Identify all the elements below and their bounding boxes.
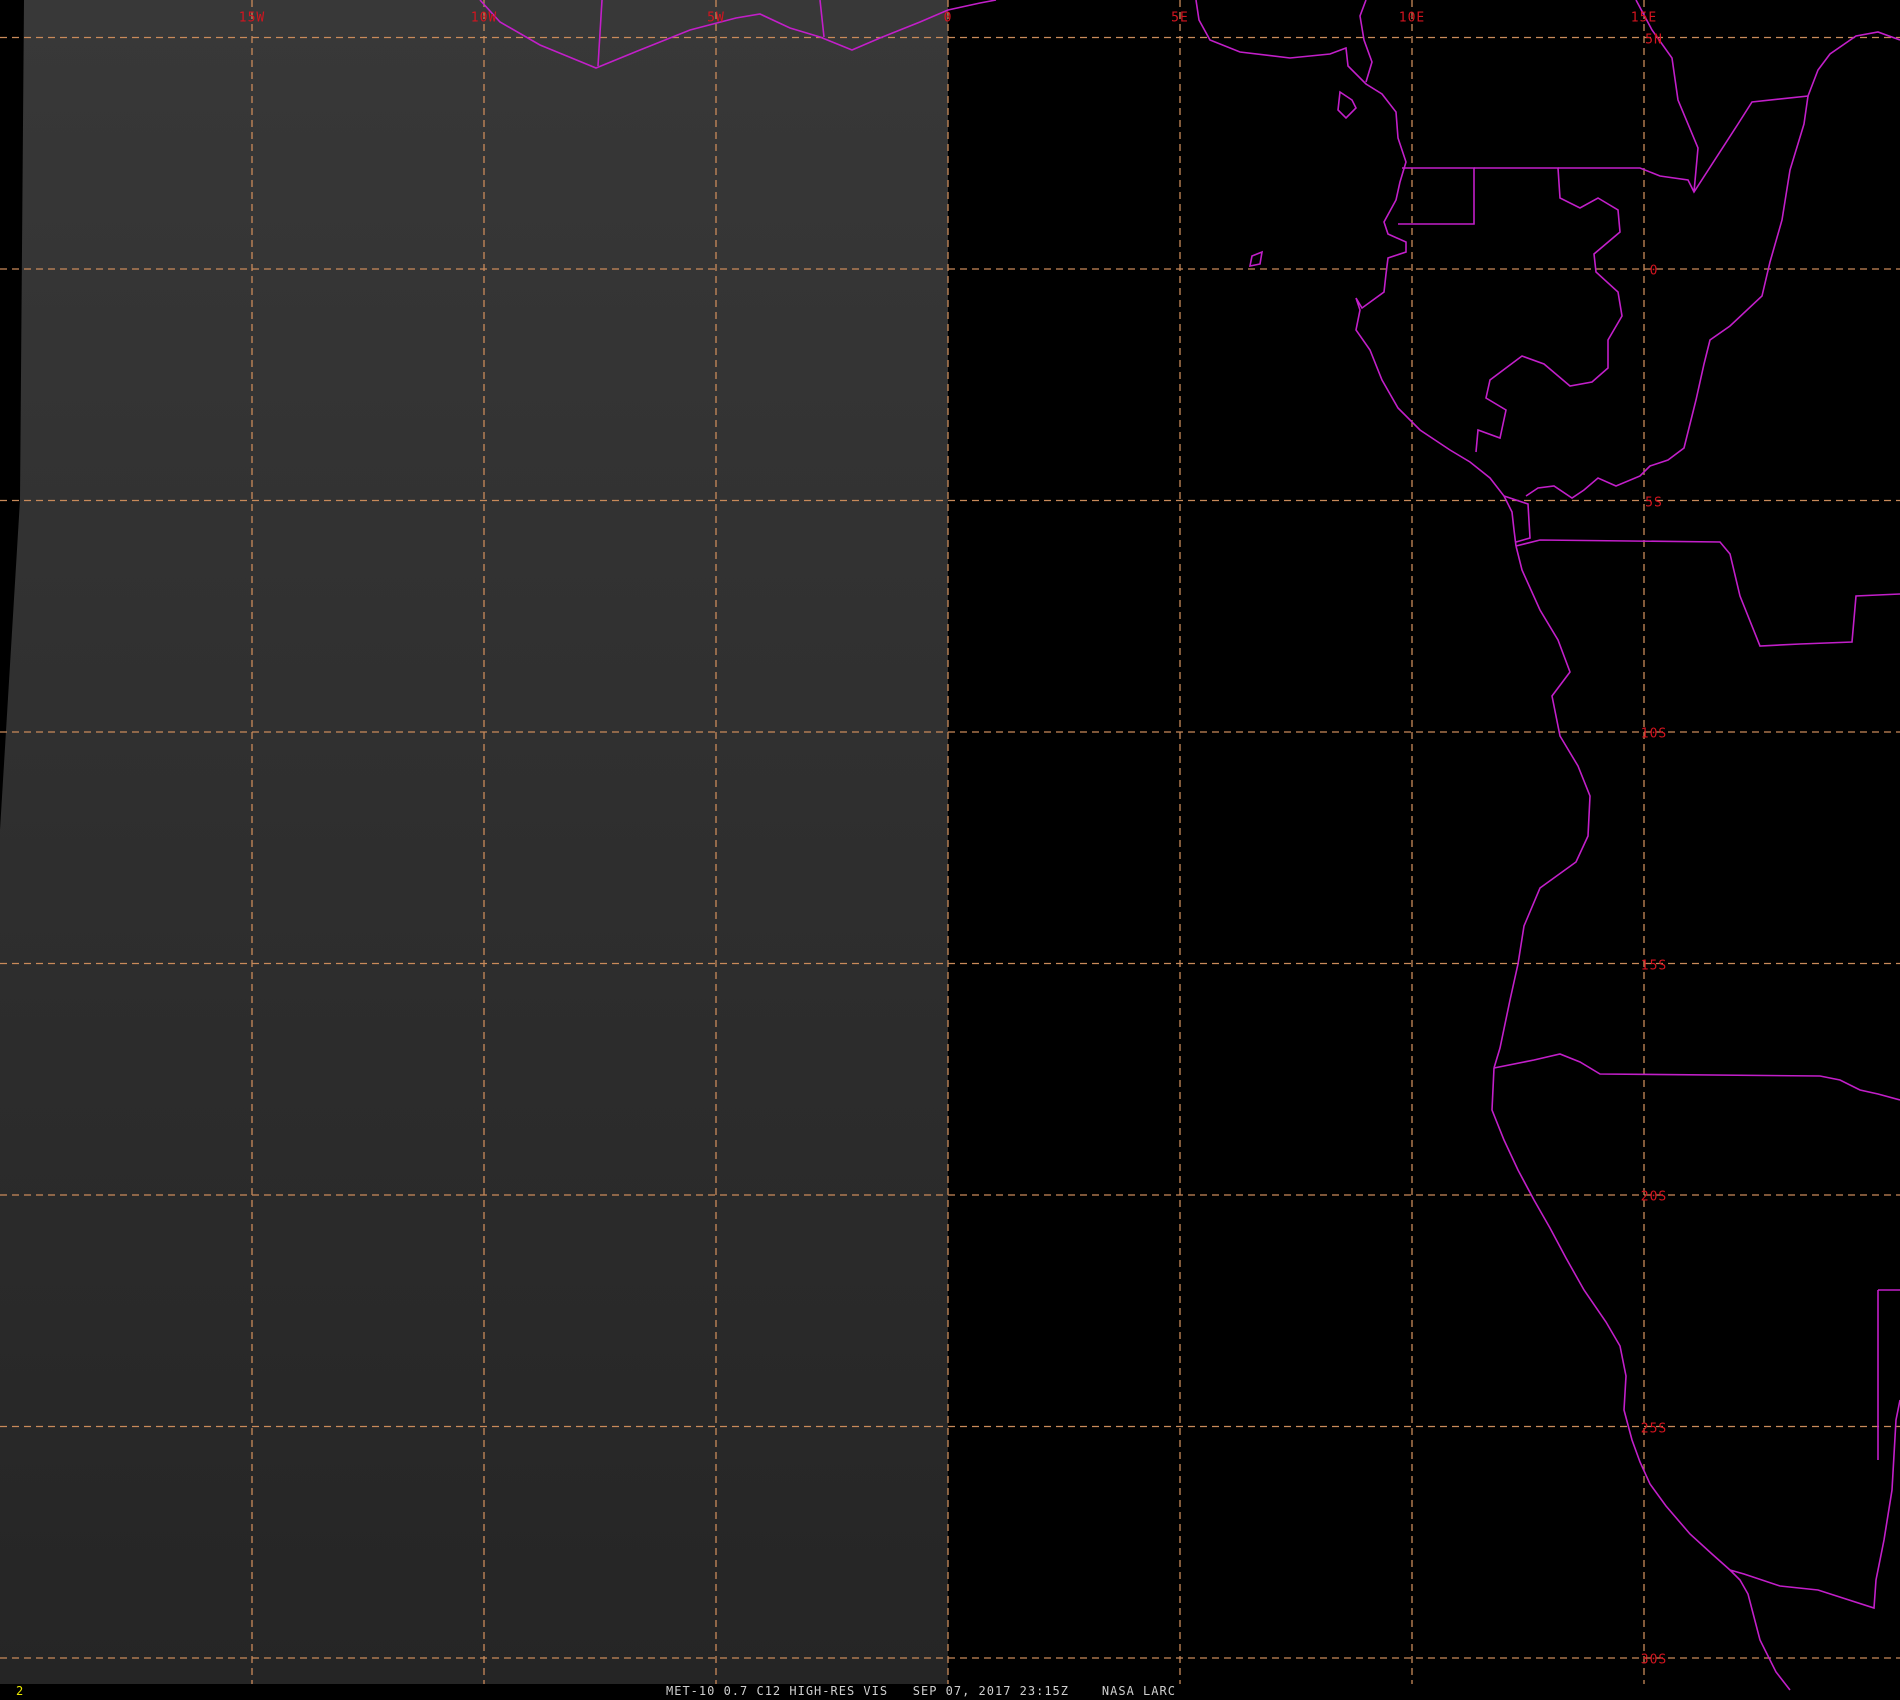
latitude-label: 15S	[1640, 958, 1668, 973]
status-footer: 2 MET-10 0.7 C12 HIGH-RES VIS SEP 07, 20…	[0, 1684, 1900, 1700]
latitude-label: 5N	[1645, 32, 1663, 47]
frame-number: 2	[16, 1684, 25, 1698]
latitude-label: 20S	[1640, 1189, 1668, 1205]
image-caption: MET-10 0.7 C12 HIGH-RES VIS SEP 07, 2017…	[666, 1684, 1176, 1698]
latitude-label: 10S	[1640, 726, 1668, 742]
latitude-label: 30S	[1640, 1652, 1668, 1668]
longitude-label: 10W	[470, 10, 498, 26]
longitude-label: 5W	[707, 10, 725, 26]
longitude-label: 5E	[1171, 10, 1189, 26]
satellite-map	[0, 0, 1900, 1700]
imaged-region	[0, 0, 948, 1684]
latitude-label: 25S	[1640, 1421, 1668, 1436]
longitude-label: 15W	[238, 10, 266, 26]
longitude-label: 15E	[1630, 10, 1658, 26]
longitude-label: 10E	[1398, 10, 1426, 26]
longitude-label: 0	[943, 10, 953, 26]
latitude-label: 0	[1649, 263, 1659, 279]
latitude-label: 5S	[1645, 495, 1663, 510]
